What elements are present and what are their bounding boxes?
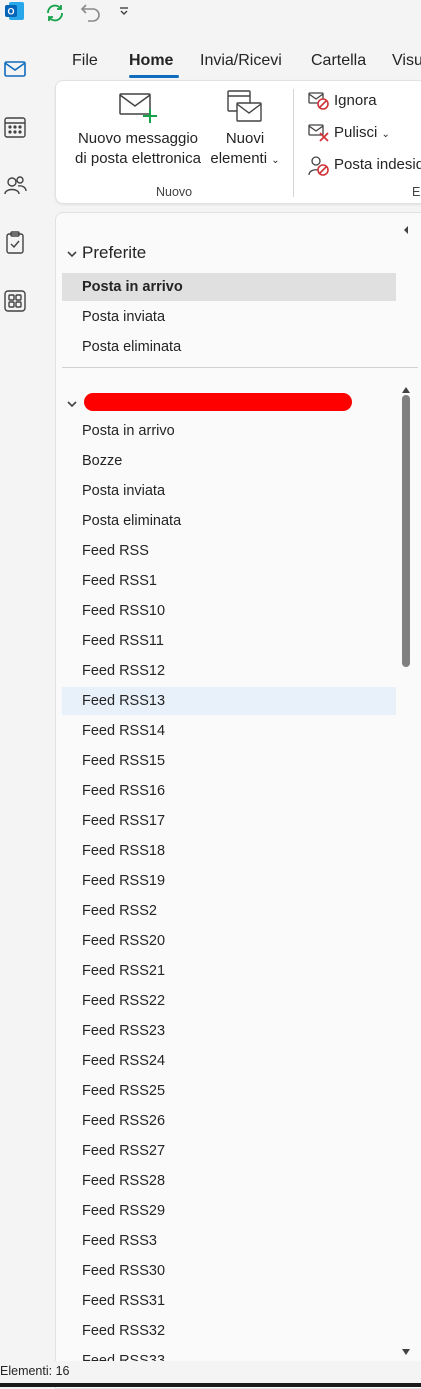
apps-icon[interactable] — [2, 288, 28, 314]
ribbon-home: Nuovo messaggio di posta elettronica Nuo… — [55, 80, 421, 204]
redacted-account-name — [84, 393, 352, 411]
quick-access-toolbar: O — [0, 0, 421, 26]
chevron-down-icon — [66, 245, 78, 265]
favorite-sent[interactable]: Posta inviata — [62, 303, 396, 331]
folder-item[interactable]: Feed RSS1 — [62, 567, 396, 595]
folder-item[interactable]: Feed RSS2 — [62, 897, 396, 925]
mail-icon[interactable] — [2, 56, 28, 82]
tab-view[interactable]: Visu — [392, 52, 421, 70]
group-label-delete: El — [412, 185, 421, 199]
folder-item[interactable]: Feed RSS3 — [62, 1227, 396, 1255]
folder-item[interactable]: Feed RSS10 — [62, 597, 396, 625]
folder-item[interactable]: Feed RSS30 — [62, 1257, 396, 1285]
folder-item[interactable]: Feed RSS32 — [62, 1317, 396, 1345]
section-divider — [62, 367, 418, 368]
folder-item[interactable]: Feed RSS15 — [62, 747, 396, 775]
calendar-icon[interactable] — [2, 114, 28, 140]
window-bottom-edge — [0, 1383, 421, 1387]
people-icon[interactable] — [2, 172, 28, 198]
outlook-logo-icon: O — [4, 0, 26, 22]
new-mail-icon — [70, 89, 206, 129]
favorites-label: Preferite — [82, 243, 147, 262]
folder-item[interactable]: Feed RSS16 — [62, 777, 396, 805]
svg-text:O: O — [7, 7, 14, 17]
folder-item[interactable]: Feed RSS11 — [62, 627, 396, 655]
cleanup-label: Pulisci ⌄ — [334, 124, 390, 141]
undo-icon[interactable] — [80, 1, 102, 28]
new-items-label-line1: Nuovi — [225, 130, 265, 147]
new-mail-label-line2: di posta elettronica — [75, 150, 201, 167]
new-items-label-text: elementi — [210, 150, 268, 167]
folder-item[interactable]: Posta in arrivo — [62, 417, 396, 445]
collapse-pane-icon[interactable] — [401, 223, 411, 241]
folder-item[interactable]: Feed RSS27 — [62, 1137, 396, 1165]
folder-item[interactable]: Feed RSS12 — [62, 657, 396, 685]
new-items-button[interactable]: Nuovi elementi ⌄ — [206, 89, 284, 171]
folder-item[interactable]: Feed RSS20 — [62, 927, 396, 955]
folder-item[interactable]: Posta inviata — [62, 477, 396, 505]
folder-item[interactable]: Feed RSS18 — [62, 837, 396, 865]
folder-item[interactable]: Feed RSS — [62, 537, 396, 565]
ribbon-separator — [293, 89, 294, 197]
scroll-down-icon[interactable] — [401, 1343, 411, 1361]
folder-item[interactable]: Feed RSS21 — [62, 957, 396, 985]
junk-label: Posta indesid — [334, 156, 421, 173]
chevron-down-icon: ⌄ — [271, 155, 280, 166]
folder-item[interactable]: Feed RSS19 — [62, 867, 396, 895]
folder-item[interactable]: Posta eliminata — [62, 507, 396, 535]
folder-item[interactable]: Bozze — [62, 447, 396, 475]
chevron-down-icon — [66, 395, 78, 415]
folder-pane: Preferite Posta in arrivo Posta inviata … — [55, 212, 421, 1389]
folder-item[interactable]: Feed RSS31 — [62, 1287, 396, 1315]
customize-toolbar-icon[interactable] — [118, 5, 130, 23]
tab-home[interactable]: Home — [129, 52, 173, 70]
chevron-down-icon: ⌄ — [381, 129, 390, 140]
new-mail-label-line1: Nuovo messaggio — [77, 130, 199, 147]
tasks-icon[interactable] — [2, 230, 28, 256]
active-tab-indicator — [129, 75, 179, 78]
ignore-icon — [308, 91, 330, 115]
new-items-icon — [206, 89, 284, 129]
folder-item[interactable]: Feed RSS26 — [62, 1107, 396, 1135]
folder-item[interactable]: Feed RSS17 — [62, 807, 396, 835]
tab-file[interactable]: File — [72, 52, 98, 70]
status-bar: Elementi: 16 — [0, 1361, 421, 1383]
folder-item[interactable]: Feed RSS29 — [62, 1197, 396, 1225]
send-receive-icon[interactable] — [44, 2, 66, 29]
tab-send-receive[interactable]: Invia/Ricevi — [200, 52, 282, 70]
new-items-label-line2: elementi ⌄ — [206, 149, 284, 171]
folder-scrollbar[interactable] — [400, 381, 412, 1361]
new-mail-button[interactable]: Nuovo messaggio di posta elettronica — [70, 89, 206, 169]
folder-item[interactable]: Feed RSS25 — [62, 1077, 396, 1105]
ignore-label: Ignora — [334, 92, 377, 109]
favorite-deleted[interactable]: Posta eliminata — [62, 333, 396, 361]
folder-item[interactable]: Feed RSS24 — [62, 1047, 396, 1075]
folder-item[interactable]: Feed RSS14 — [62, 717, 396, 745]
group-label-new: Nuovo — [156, 185, 193, 199]
folder-item[interactable]: Feed RSS13 — [62, 687, 396, 715]
cleanup-label-text: Pulisci — [334, 124, 378, 141]
folder-item[interactable]: Feed RSS28 — [62, 1167, 396, 1195]
ribbon-tabs: File Home Invia/Ricevi Cartella Visu — [55, 48, 421, 78]
junk-icon — [308, 155, 330, 181]
cleanup-icon — [308, 123, 330, 147]
tab-folder[interactable]: Cartella — [311, 52, 366, 70]
folder-item[interactable]: Feed RSS22 — [62, 987, 396, 1015]
scrollbar-thumb[interactable] — [402, 395, 410, 667]
item-count: Elementi: 16 — [0, 1364, 70, 1378]
folder-item[interactable]: Feed RSS23 — [62, 1017, 396, 1045]
favorite-inbox[interactable]: Posta in arrivo — [62, 273, 396, 301]
